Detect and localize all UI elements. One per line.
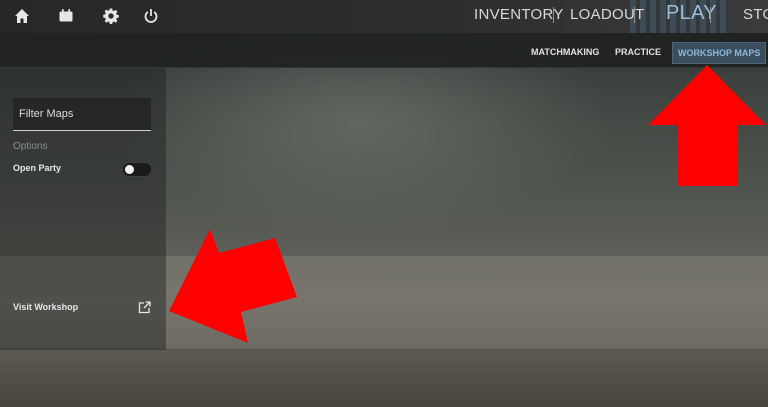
annotation-arrows [169, 65, 766, 343]
arrow-up-annotation [648, 65, 766, 186]
arrow-down-left-annotation [169, 229, 297, 343]
